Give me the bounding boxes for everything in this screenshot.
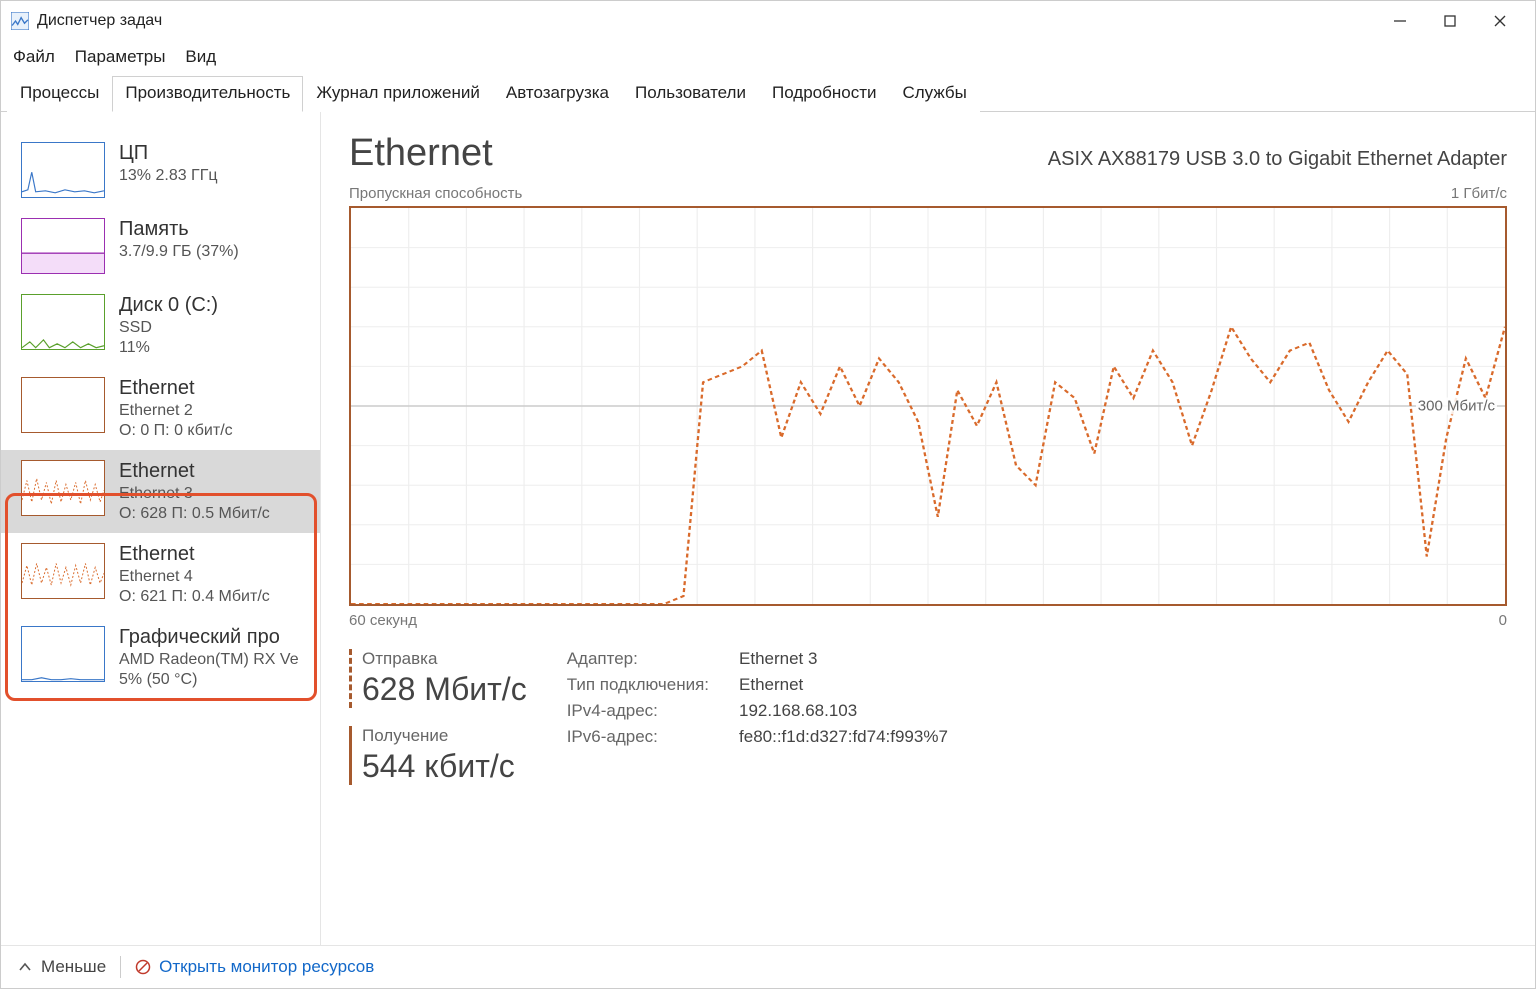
sidebar-item-label: Графический про (119, 626, 299, 649)
sidebar-item-disk0[interactable]: Диск 0 (C:) SSD 11% (1, 284, 320, 367)
sidebar-item-detail: AMD Radeon(TM) RX Ve (119, 651, 299, 669)
sidebar-item-detail2: О: 628 П: 0.5 Мбит/с (119, 505, 270, 523)
axis-left-label: 60 секунд (349, 612, 417, 629)
sidebar-item-detail: Ethernet 2 (119, 402, 233, 420)
metric-receive: Получение 544 кбит/с (349, 726, 527, 785)
chart-mid-label: 300 Мбит/с (1416, 398, 1497, 415)
main-panel: Ethernet ASIX AX88179 USB 3.0 to Gigabit… (321, 112, 1535, 945)
sidebar-item-detail: 3.7/9.9 ГБ (37%) (119, 243, 239, 261)
chart-label-top-left: Пропускная способность (349, 185, 522, 202)
page-title: Ethernet (349, 132, 493, 175)
tab-startup[interactable]: Автозагрузка (493, 76, 622, 112)
divider (120, 956, 121, 978)
sidebar-item-eth4[interactable]: Ethernet Ethernet 4 О: 621 П: 0.4 Мбит/с (1, 533, 320, 616)
info-ipv4-key: IPv4-адрес: (567, 701, 709, 721)
tabs: Процессы Производительность Журнал прило… (1, 75, 1535, 112)
sidebar-item-detail2: 5% (50 °C) (119, 671, 299, 689)
menubar: Файл Параметры Вид (1, 41, 1535, 75)
sidebar-item-cpu[interactable]: ЦП 13% 2.83 ГГц (1, 132, 320, 208)
sidebar-item-memory[interactable]: Память 3.7/9.9 ГБ (37%) (1, 208, 320, 284)
sidebar: ЦП 13% 2.83 ГГц Память 3.7/9.9 ГБ (37%) (1, 112, 321, 945)
chevron-up-icon (17, 959, 33, 975)
sidebar-item-detail: SSD (119, 319, 218, 337)
tab-users[interactable]: Пользователи (622, 76, 759, 112)
adapter-name: ASIX AX88179 USB 3.0 to Gigabit Ethernet… (1048, 148, 1507, 171)
sidebar-item-detail2: О: 621 П: 0.4 Мбит/с (119, 588, 270, 606)
throughput-chart[interactable]: 300 Мбит/с (349, 206, 1507, 606)
sidebar-item-label: Диск 0 (C:) (119, 294, 218, 317)
info-ipv6-key: IPv6-адрес: (567, 727, 709, 747)
maximize-button[interactable] (1425, 1, 1475, 41)
axis-right-label: 0 (1499, 612, 1507, 629)
info-conn-key: Тип подключения: (567, 675, 709, 695)
menu-options[interactable]: Параметры (75, 47, 166, 67)
info-adapter-value: Ethernet 3 (739, 649, 948, 669)
adapter-info-table: Адаптер: Ethernet 3 Тип подключения: Eth… (567, 649, 948, 785)
window-title: Диспетчер задач (37, 12, 162, 30)
info-ipv4-value: 192.168.68.103 (739, 701, 948, 721)
open-resource-monitor-label: Открыть монитор ресурсов (159, 957, 374, 977)
resource-monitor-icon (135, 959, 151, 975)
minimize-button[interactable] (1375, 1, 1425, 41)
info-ipv6-value: fe80::f1d:d327:fd74:f993%7 (739, 727, 948, 747)
sidebar-item-detail2: О: 0 П: 0 кбит/с (119, 422, 233, 440)
fewer-details-label: Меньше (41, 957, 106, 977)
sidebar-item-label: Ethernet (119, 543, 270, 566)
titlebar: Диспетчер задач (1, 1, 1535, 41)
footer: Меньше Открыть монитор ресурсов (1, 945, 1535, 988)
sidebar-item-detail: Ethernet 4 (119, 568, 270, 586)
sidebar-item-detail: Ethernet 3 (119, 485, 270, 503)
sidebar-item-label: Ethernet (119, 377, 233, 400)
menu-file[interactable]: Файл (13, 47, 55, 67)
sidebar-item-gpu[interactable]: Графический про AMD Radeon(TM) RX Ve 5% … (1, 616, 320, 699)
sidebar-item-label: ЦП (119, 142, 218, 165)
tab-services[interactable]: Службы (889, 76, 979, 112)
metric-receive-label: Получение (362, 726, 527, 746)
chart-label-top-right: 1 Гбит/с (1451, 185, 1507, 202)
metric-send-value: 628 Мбит/с (362, 671, 527, 708)
sidebar-item-detail2: 11% (119, 339, 218, 357)
metric-receive-value: 544 кбит/с (362, 748, 527, 785)
menu-view[interactable]: Вид (185, 47, 216, 67)
sidebar-item-label: Память (119, 218, 239, 241)
app-icon (11, 12, 29, 30)
metric-send: Отправка 628 Мбит/с (349, 649, 527, 708)
info-conn-value: Ethernet (739, 675, 948, 695)
tab-performance[interactable]: Производительность (112, 76, 303, 112)
fewer-details-button[interactable]: Меньше (17, 957, 106, 977)
open-resource-monitor-link[interactable]: Открыть монитор ресурсов (135, 957, 374, 977)
sidebar-item-eth2[interactable]: Ethernet Ethernet 2 О: 0 П: 0 кбит/с (1, 367, 320, 450)
sidebar-item-eth3[interactable]: Ethernet Ethernet 3 О: 628 П: 0.5 Мбит/с (1, 450, 320, 533)
tab-app-history[interactable]: Журнал приложений (303, 76, 493, 112)
sidebar-item-detail: 13% 2.83 ГГц (119, 167, 218, 185)
metric-send-label: Отправка (362, 649, 527, 669)
sidebar-item-label: Ethernet (119, 460, 270, 483)
tab-details[interactable]: Подробности (759, 76, 890, 112)
info-adapter-key: Адаптер: (567, 649, 709, 669)
close-button[interactable] (1475, 1, 1525, 41)
tab-processes[interactable]: Процессы (7, 76, 112, 112)
